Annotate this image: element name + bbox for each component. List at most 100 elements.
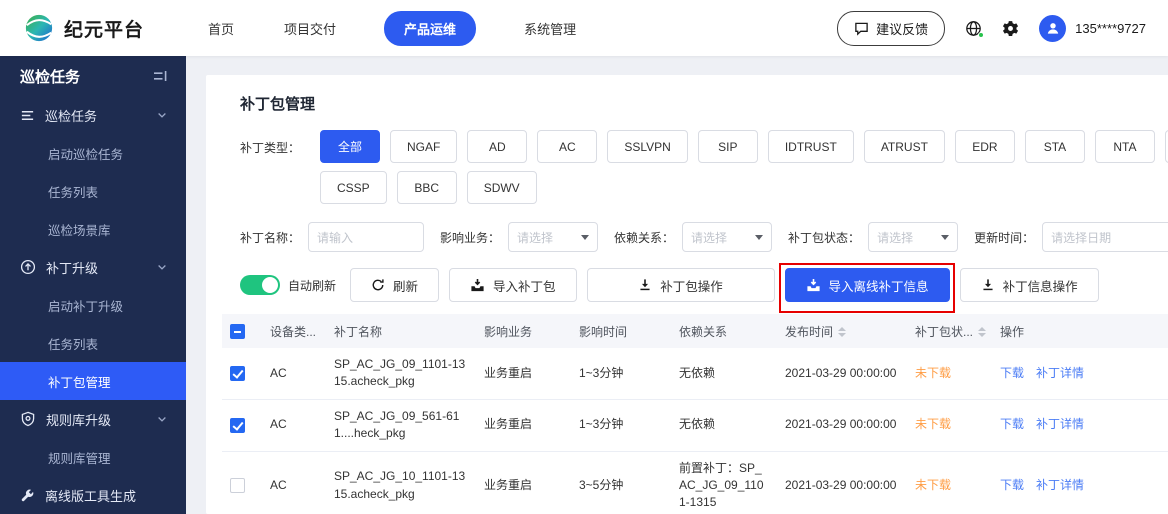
- shield-icon: [20, 411, 36, 427]
- feedback-label: 建议反馈: [876, 21, 929, 37]
- patch-type-row-2: CSSP BBC SDWV: [320, 171, 1168, 204]
- table-column-header: 补丁名称: [326, 314, 476, 348]
- patch-type-button[interactable]: EDR: [954, 130, 1015, 163]
- patch-type-label: 补丁类型：: [240, 141, 301, 155]
- cell-impact: 业务重启: [476, 451, 571, 514]
- inspection-list-icon: [20, 108, 35, 123]
- cell-dependency: 前置补丁：SP_AC_JG_09_1101-1315: [671, 451, 777, 514]
- patch-type-button[interactable]: ATRUST: [863, 130, 945, 163]
- filter-item: 依赖关系： 请选择: [614, 222, 773, 252]
- cell-duration: 3~5分钟: [571, 451, 671, 514]
- cell-published: 2021-03-29 00:00:00: [777, 399, 907, 452]
- sidebar-subitem[interactable]: 巡检场景库: [0, 210, 186, 248]
- refresh-icon: [371, 278, 385, 292]
- user-menu[interactable]: 135****9727: [1039, 14, 1146, 42]
- cell-impact: 业务重启: [476, 399, 571, 452]
- sidebar-subitem[interactable]: 任务列表: [0, 324, 186, 362]
- chevron-down-icon: [156, 413, 168, 425]
- row-action-link[interactable]: 下载: [1000, 478, 1024, 492]
- table-column-header[interactable]: 补丁包状...: [907, 314, 992, 348]
- sidebar-collapse-icon[interactable]: [152, 68, 168, 84]
- toolbar-button[interactable]: 补丁信息操作: [959, 268, 1099, 302]
- sidebar-subitem[interactable]: 规则库管理: [0, 438, 186, 476]
- toolbar-button[interactable]: 刷新: [350, 268, 440, 302]
- patch-type-button[interactable]: AD: [467, 130, 528, 163]
- row-action-link[interactable]: 下载: [1000, 417, 1024, 431]
- patch-type-row-1: 全部 NGAF AD AC SSLVPN SIP IDTRUST ATRUST EDR STA NT…: [320, 130, 1168, 163]
- cell-device-type: AC: [262, 451, 326, 514]
- toolbar-button[interactable]: 导入补丁包: [449, 268, 577, 302]
- filter-item: 补丁名称： 请输入: [240, 222, 425, 252]
- filter-item: 更新时间： 请选择日期: [974, 222, 1168, 252]
- user-avatar: [1039, 14, 1067, 42]
- top-nav-item[interactable]: 产品运维: [384, 10, 477, 46]
- table-column-header: 操作: [992, 314, 1168, 348]
- auto-refresh-toggle[interactable]: [240, 275, 280, 295]
- cell-duration: 1~3分钟: [571, 348, 671, 400]
- filter-select[interactable]: 请选择: [682, 222, 773, 252]
- patch-type-button[interactable]: NTA: [1094, 130, 1155, 163]
- top-nav-item[interactable]: 系统管理: [522, 11, 578, 46]
- settings-gear-icon[interactable]: [1002, 20, 1019, 37]
- sidebar-group[interactable]: 规则库升级: [0, 400, 186, 438]
- sidebar-group[interactable]: 离线版工具生成: [0, 476, 186, 514]
- wrench-icon: [20, 488, 35, 503]
- brand-name: 纪元平台: [64, 19, 145, 41]
- sidebar-subitem[interactable]: 补丁包管理: [0, 362, 186, 400]
- patch-type-button[interactable]: SDWV: [466, 171, 537, 204]
- table-row: AC SP_AC_JG_10_1101-1315.acheck_pkg 业务重启…: [222, 451, 1168, 514]
- toolbar-button[interactable]: 导入离线补丁信息: [784, 268, 950, 302]
- cell-actions: 下载 补丁详情: [992, 399, 1168, 452]
- chevron-down-icon: [156, 109, 168, 121]
- sidebar-group[interactable]: 补丁升级: [0, 248, 186, 286]
- caret-down-icon: [581, 234, 590, 240]
- online-status-dot: [978, 31, 985, 38]
- brand: 纪元平台: [24, 13, 144, 43]
- filter-text-input[interactable]: 请输入: [308, 222, 425, 252]
- toolbar-button[interactable]: 补丁包操作: [586, 268, 775, 302]
- cell-dependency: 无依赖: [671, 399, 777, 452]
- sidebar: 巡检任务 巡检任务 启动巡检任务 任务列表 巡检场景库 补丁升级 启动补丁升级 任务列表 补丁…: [0, 56, 186, 514]
- row-checkbox[interactable]: [230, 417, 245, 433]
- row-action-link[interactable]: 补丁详情: [1036, 478, 1084, 492]
- import-icon: [470, 278, 485, 293]
- patch-type-button[interactable]: SSLVPN: [607, 130, 688, 163]
- sidebar-subitem[interactable]: 启动巡检任务: [0, 134, 186, 172]
- filter-date-input[interactable]: 请选择日期: [1042, 222, 1168, 252]
- cell-impact: 业务重启: [476, 348, 571, 400]
- cell-patch-name: SP_AC_JG_10_1101-1315.acheck_pkg: [326, 451, 476, 514]
- row-action-link[interactable]: 下载: [1000, 366, 1024, 380]
- language-globe-icon[interactable]: [965, 20, 985, 38]
- row-checkbox[interactable]: [230, 478, 245, 494]
- patch-type-button[interactable]: STA: [1024, 130, 1085, 163]
- top-nav-item[interactable]: 项目交付: [282, 11, 338, 46]
- sort-icon: [838, 327, 847, 338]
- filter-select[interactable]: 请选择: [508, 222, 599, 252]
- sidebar-subitem[interactable]: 任务列表: [0, 172, 186, 210]
- filter-item: 补丁包状态： 请选择: [788, 222, 959, 252]
- sidebar-group[interactable]: 巡检任务: [0, 96, 186, 134]
- patch-type-button[interactable]: BBC: [396, 171, 457, 204]
- row-action-link[interactable]: 补丁详情: [1036, 366, 1084, 380]
- select-all-checkbox[interactable]: [230, 323, 245, 339]
- feedback-button[interactable]: 建议反馈: [837, 10, 946, 46]
- patch-type-button[interactable]: 全部: [320, 130, 380, 163]
- patch-type-button[interactable]: IDTRUST: [767, 130, 854, 163]
- sidebar-menu: 巡检任务 启动巡检任务 任务列表 巡检场景库 补丁升级 启动补丁升级 任务列表 补丁包管理 规则…: [0, 96, 186, 514]
- top-nav-item[interactable]: 首页: [206, 11, 236, 46]
- sidebar-subitem[interactable]: 启动补丁升级: [0, 286, 186, 324]
- filter-select[interactable]: 请选择: [868, 222, 959, 252]
- table-row: AC SP_AC_JG_09_561-611....heck_pkg 业务重启 …: [222, 399, 1168, 452]
- cell-device-type: AC: [262, 348, 326, 400]
- filter-item: 影响业务： 请选择: [440, 222, 599, 252]
- caret-down-icon: [755, 234, 764, 240]
- patch-type-button[interactable]: AC: [537, 130, 598, 163]
- row-action-link[interactable]: 补丁详情: [1036, 417, 1084, 431]
- patch-type-button[interactable]: CSSP: [320, 171, 387, 204]
- row-checkbox[interactable]: [230, 366, 245, 382]
- patch-type-button[interactable]: SIP: [697, 130, 758, 163]
- patch-type-button[interactable]: NGAF: [390, 130, 458, 163]
- cell-actions: 下载 补丁详情: [992, 348, 1168, 400]
- cell-status: 未下载: [907, 399, 992, 452]
- table-column-header[interactable]: 发布时间: [777, 314, 907, 348]
